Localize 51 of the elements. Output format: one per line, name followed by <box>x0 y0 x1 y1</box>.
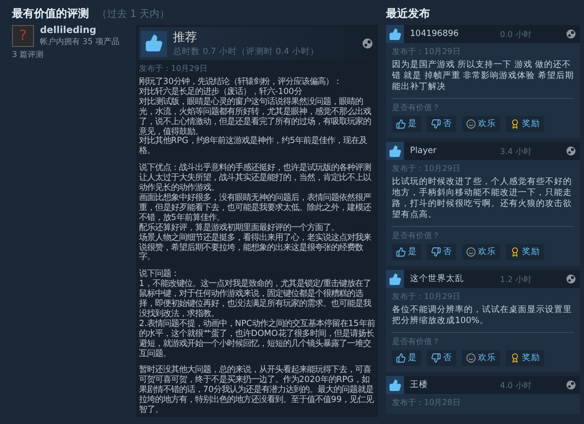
post-date: 发布于：10月28日 <box>392 397 462 408</box>
helpful-question: 是否有价值？ <box>392 336 441 347</box>
product-count: 帐户内拥有 35 项产品 <box>40 36 120 47</box>
post-date: 发布于：10月29日 <box>139 63 208 74</box>
reviewer-name[interactable]: dellileding <box>40 25 120 36</box>
review-text: 各位不能调分辨率的，试试在桌面显示设置里把分辨缩放改成100%。 <box>392 305 574 333</box>
review-count: 3 篇评测 <box>12 49 45 60</box>
section-title: 最有价值的评测 <box>12 6 89 21</box>
section-subtitle: （过去 1 天内） <box>97 8 170 21</box>
review-paragraph: 说下优点：战斗出乎意料的手感还挺好，也许是试玩版的各种评测让人太过于大失所望，战斗其实还是能打的，当然，肯定比不上以动作见长的动作游戏。 <box>139 163 372 193</box>
vote-button[interactable]: 是 <box>392 116 421 132</box>
review-paragraph: 暂时还没其他大问题，总的来说，从开头看起来能玩得下去，可喜可贺可喜可贺，终于不是买来扔一边了。作为2020年的RPG，如果剧情不错的话，70分我认为还是有潜力达到的。最大的问题就是拉垮的地方有，特别出色的地方还没看到。至于值不值99，见仁见智了。 <box>139 365 375 415</box>
vote-button[interactable]: 欢乐 <box>462 116 500 132</box>
vote-button[interactable]: 奖励 <box>506 244 544 260</box>
review-paragraph: 对比其他RPG，约8年前这游戏是神作，约5年前是佳作，现在及格。 <box>139 136 368 156</box>
playtime: 3.4 小时 <box>500 146 532 156</box>
review-paragraph: 对比轩六是长足的进步（废话），轩六-100分 <box>139 86 304 96</box>
vote-button[interactable]: 是 <box>392 244 421 260</box>
review-paragraph: 说下问题： <box>139 269 180 279</box>
post-date: 发布于：10月29日 <box>392 46 462 57</box>
vote-button[interactable]: 奖励 <box>506 116 544 132</box>
review-paragraph: 1，不能改键位。这一点对我是致命的，尤其是锁定/重击键放在了鼠标中键，对于任何动作游戏来说，固定键位都是个很糟糕的选择，即便初始键位再好，也没法满足所有玩家的需求。也可能是我没找到改法，求指教。 <box>139 279 372 318</box>
review-text: 比试玩的时候改进了些，个人感觉有些不好的地方，手柄斜向移动能不能改进一下，只能走路，打斗的时候很吃亏啊。还有火狼的攻击欲望有点高。 <box>392 177 574 227</box>
review-verdict: 推荐 <box>173 29 198 46</box>
user-name[interactable]: 104196896 <box>410 29 494 39</box>
user-name[interactable]: 王楼 <box>410 379 494 391</box>
review-paragraph: 2.表情问题不提，动画中，NPC动作之间的交互基本停留在15年前的水平，这个就很艹蛋了，也许DOMO花了很多时间，但是请扬长避短，就游戏开始一个小时候回忆，短短的几个镜头暴露了一堆交互问题。 <box>139 318 375 358</box>
playtime: 总时数 0.7 小时（评测时 0.4 小时） <box>173 46 320 58</box>
vote-button[interactable]: 否 <box>427 244 456 260</box>
vote-button[interactable]: 欢乐 <box>462 244 500 260</box>
review-paragraph: 场景人物之间细节还是挺多，看得出来用了心，老实说这点对我来说很赞，希望后期不要拉垮，能想象的出来这是很夸张的经费数字。 <box>139 232 372 262</box>
review-text: 因为是国产游戏 所以支持一下 游戏 做的还不错 就是 掉帧严重 非常影响游戏体验 希望后期能出补丁解决 <box>392 60 574 99</box>
user-name[interactable]: 这个世界太乱 <box>410 273 494 285</box>
vote-button[interactable]: 否 <box>427 350 456 366</box>
playtime: 1.2 小时 <box>500 274 532 284</box>
helpful-question: 是否有价值？ <box>392 230 441 241</box>
review-paragraph: 画面比想象中好很多，没有眼睛无神的问题后，表情问题依然很严重，但是好歹能看下去，也可能是我要求太低。除此之外，建模还不错，放5年前算佳作。 <box>139 192 372 223</box>
review-paragraph: 对比测试版，眼睛是心灵的窗户这句话说得果然没问题，眼睛的光，水流，火焰等问题都有所好转，尤其是眼神，感觉不那么出戏了，说不上心情激动，但是还是看完了所有的过场，有吸取玩家的意见，值得鼓励。 <box>139 96 372 136</box>
vote-button[interactable]: 欢乐 <box>462 350 500 366</box>
review-paragraph: 刚玩了30分钟，先说结论（轩辕剑粉，评分应该偏高）： <box>139 77 343 87</box>
vote-button[interactable]: 否 <box>427 116 456 132</box>
vote-button[interactable]: 是 <box>392 350 421 366</box>
review-paragraph: 配乐还算好评，算是游戏初期里面最好评的一个方面了。 <box>139 222 340 232</box>
playtime: 4.0 小时 <box>500 380 532 390</box>
helpful-question: 是否有价值？ <box>392 102 441 113</box>
post-date: 发布于：10月29日 <box>392 291 462 302</box>
vote-button[interactable]: 奖励 <box>506 350 544 366</box>
post-date: 发布于：10月29日 <box>392 163 462 174</box>
playtime: 0.0 小时 <box>500 28 532 40</box>
user-name[interactable]: Player <box>410 146 494 156</box>
section-title: 最近发布 <box>386 6 431 21</box>
